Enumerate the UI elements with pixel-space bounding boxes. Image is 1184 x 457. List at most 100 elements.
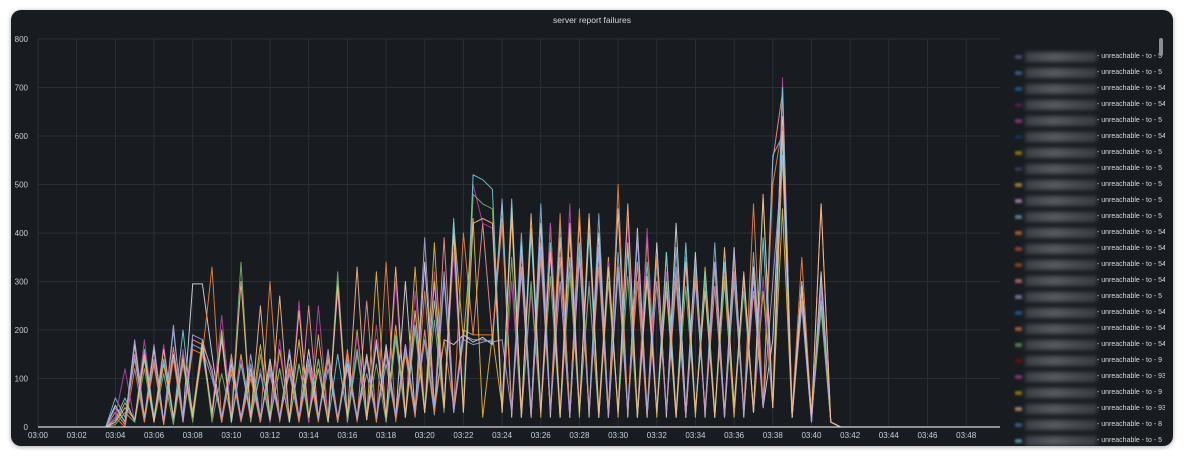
legend-item-label: - unreachable - to - 54 [1097,309,1165,316]
legend-series-name-blurred [1025,436,1097,446]
x-tick-label: 03:46 [917,431,938,440]
legend-item[interactable]: - unreachable - to - 54 [1013,257,1165,273]
legend-item[interactable]: - unreachable - to - 5 [1013,209,1165,225]
legend-item[interactable]: - unreachable - to - 54 [1013,241,1165,257]
legend-scrollbar-thumb[interactable] [1159,38,1163,56]
legend-item[interactable]: - unreachable - to - 54 [1013,129,1165,145]
legend-item[interactable]: - unreachable - to - 93 [1013,369,1165,385]
legend-color-swatch [1015,279,1022,283]
legend-series-name-blurred [1025,164,1097,174]
x-tick-label: 03:08 [183,431,204,440]
legend-item-label: - unreachable - to - 93 [1097,405,1165,412]
legend-item[interactable]: - unreachable - to - 5 [1013,433,1165,446]
legend-color-swatch [1015,71,1022,75]
x-tick-label: 03:44 [879,431,900,440]
legend-item-label: - unreachable - to - 8 [1097,421,1162,428]
x-tick-label: 03:20 [415,431,436,440]
legend-series-name-blurred [1025,68,1097,78]
legend-item-label: - unreachable - to - 54 [1097,101,1165,108]
legend-item[interactable]: - unreachable - to - 54 [1013,321,1165,337]
failures-line-chart[interactable]: 010020030040050060070080003:00 03:02 03:04… [11,10,1005,446]
legend-color-swatch [1015,247,1022,251]
legend-item-label: - unreachable - to - 5 [1097,293,1162,300]
series-lines [105,77,841,428]
legend-item[interactable]: - unreachable - to - 93 [1013,401,1165,417]
x-tick-label: 03:26 [531,431,552,440]
x-tick-label: 03:34 [685,431,706,440]
x-tick-label: 03:24 [492,431,513,440]
legend-item[interactable]: - unreachable - to - 5 [1013,177,1165,193]
legend-item-label: - unreachable - to - 54 [1097,325,1165,332]
legend-item-label: - unreachable - to - 54 [1097,341,1165,348]
y-tick-label: 100 [15,375,29,384]
x-tick-label: 03:22 [453,431,474,440]
legend-item[interactable]: - unreachable - to - 54 [1013,81,1165,97]
legend-item[interactable]: - unreachable - to - 54 [1013,305,1165,321]
y-tick-label: 700 [15,84,29,93]
legend-series-name-blurred [1025,404,1097,414]
legend-color-swatch [1015,87,1022,91]
legend-item[interactable]: - unreachable - to - 54 [1013,225,1165,241]
legend-item-label: - unreachable - to - 5 [1097,117,1162,124]
x-tick-label: 03:42 [840,431,861,440]
legend-series-name-blurred [1025,324,1097,334]
legend-item[interactable]: - unreachable - to - 9 [1013,385,1165,401]
legend-item[interactable]: - unreachable - to - 5 [1013,145,1165,161]
legend-item-label: - unreachable - to - 54 [1097,229,1165,236]
x-tick-label: 03:14 [299,431,320,440]
legend-color-swatch [1015,375,1022,379]
legend-series-name-blurred [1025,308,1097,318]
legend-series-name-blurred [1025,356,1097,366]
legend-item-label: - unreachable - to - 5 [1097,69,1162,76]
legend-item[interactable]: - unreachable - to - 5 [1013,49,1165,65]
legend-color-swatch [1015,103,1022,107]
x-tick-label: 03:48 [956,431,977,440]
legend-item-label: - unreachable - to - 54 [1097,133,1165,140]
y-tick-label: 500 [15,181,29,190]
legend-item[interactable]: - unreachable - to - 5 [1013,65,1165,81]
x-tick-label: 03:40 [801,431,822,440]
legend-item-label: - unreachable - to - 5 [1097,53,1162,60]
legend-series-name-blurred [1025,420,1097,430]
legend-item-label: - unreachable - to - 9 [1097,357,1162,364]
legend-color-swatch [1015,359,1022,363]
legend-color-swatch [1015,343,1022,347]
graph-panel: server report failures 0 100 200 300 400 500 6… [11,10,1173,446]
legend-color-swatch [1015,199,1022,203]
legend-series-name-blurred [1025,228,1097,238]
series-line [105,77,841,428]
x-tick-label: 03:32 [647,431,668,440]
legend-item[interactable]: - unreachable - to - 54 [1013,337,1165,353]
legend-color-swatch [1015,295,1022,299]
legend-item[interactable]: - unreachable - to - 54 [1013,97,1165,113]
x-tick-label: 03:02 [67,431,88,440]
legend-item[interactable]: - unreachable - to - 5 [1013,193,1165,209]
legend-item[interactable]: - unreachable - to - 5 [1013,289,1165,305]
legend-color-swatch [1015,135,1022,139]
legend-series-name-blurred [1025,276,1097,286]
x-tick-label: 03:18 [376,431,397,440]
legend-item-label: - unreachable - to - 5 [1097,165,1162,172]
legend-item[interactable]: - unreachable - to - 5 [1013,113,1165,129]
legend-color-swatch [1015,119,1022,123]
legend-item-label: - unreachable - to - 5 [1097,213,1162,220]
legend-series-name-blurred [1025,116,1097,126]
x-tick-label: 03:38 [763,431,784,440]
legend-item[interactable]: - unreachable - to - 5 [1013,161,1165,177]
legend-item-label: - unreachable - to - 54 [1097,85,1165,92]
legend-color-swatch [1015,391,1022,395]
legend-item-label: - unreachable - to - 5 [1097,149,1162,156]
legend-color-swatch [1015,55,1022,59]
legend-color-swatch [1015,423,1022,427]
x-tick-label: 03:00 [28,431,49,440]
legend-color-swatch [1015,327,1022,331]
legend-item-label: - unreachable - to - 5 [1097,181,1162,188]
legend-series-name-blurred [1025,292,1097,302]
legend-series-name-blurred [1025,196,1097,206]
legend-item[interactable]: - unreachable - to - 8 [1013,417,1165,433]
legend-item[interactable]: - unreachable - to - 54 [1013,273,1165,289]
legend-color-swatch [1015,183,1022,187]
legend-series-name-blurred [1025,100,1097,110]
legend-series-name-blurred [1025,340,1097,350]
legend-item[interactable]: - unreachable - to - 9 [1013,353,1165,369]
